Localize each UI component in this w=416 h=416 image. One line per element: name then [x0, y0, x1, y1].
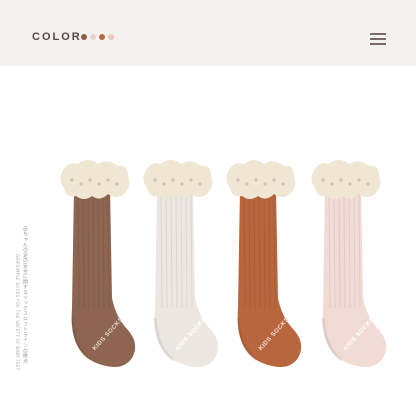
header-bar: COLOR	[0, 0, 416, 66]
lace-eyelet	[348, 182, 352, 186]
lace-eyelet	[79, 182, 83, 186]
caption-japanese: 赤ちゃんの足の安全に関するソックスロフトラインの晩点	[22, 226, 28, 364]
lace-eyelet	[106, 178, 110, 182]
menu-line	[370, 43, 386, 45]
hamburger-menu-icon[interactable]	[370, 31, 388, 45]
lace-eyelet	[321, 178, 325, 182]
menu-line	[370, 33, 386, 35]
lace-eyelet	[366, 182, 370, 186]
lace-eyelet	[281, 182, 285, 186]
product-photo: 赤ちゃんの足の安全に関するソックスロフトラインの晩点 GRIPSIMPLE SO…	[0, 66, 416, 416]
lace-eyelet	[115, 182, 119, 186]
lace-eyelet	[272, 178, 276, 182]
lace-eyelet	[180, 182, 184, 186]
lace-eyelet	[198, 182, 202, 186]
lace-eyelet	[189, 178, 193, 182]
product-page: COLOR 赤ちゃんの足の安全に関するソックスロフトラインの晩点 GRIPSIM…	[0, 0, 416, 416]
swatch-brown[interactable]	[81, 34, 87, 40]
sock-brown: KIDS SOCKS	[60, 158, 142, 373]
swatch-light-pink[interactable]	[90, 34, 96, 40]
swatch-pink[interactable]	[108, 34, 114, 40]
lace-eyelet	[245, 182, 249, 186]
caption-english: GRIPSIMPLE SOCKS FOR THE SAFETY OF BABY …	[15, 254, 20, 371]
swatch-rust[interactable]	[99, 34, 105, 40]
sock-white: KIDS SOCKS	[143, 158, 225, 373]
lace-eyelet	[357, 178, 361, 182]
lace-eyelet	[171, 178, 175, 182]
lace-eyelet	[330, 182, 334, 186]
lace-eyelet	[153, 178, 157, 182]
lace-eyelet	[70, 178, 74, 182]
lace-eyelet	[236, 178, 240, 182]
lace-eyelet	[162, 182, 166, 186]
lace-eyelet	[339, 178, 343, 182]
sock-pink: KIDS SOCKS	[311, 158, 393, 373]
sock-rust: KIDS SOCKS	[226, 158, 308, 373]
menu-line	[370, 38, 386, 40]
lace-eyelet	[254, 178, 258, 182]
lace-eyelet	[88, 178, 92, 182]
color-label: COLOR	[32, 31, 82, 43]
lace-eyelet	[97, 182, 101, 186]
color-swatches	[81, 34, 114, 40]
lace-eyelet	[263, 182, 267, 186]
